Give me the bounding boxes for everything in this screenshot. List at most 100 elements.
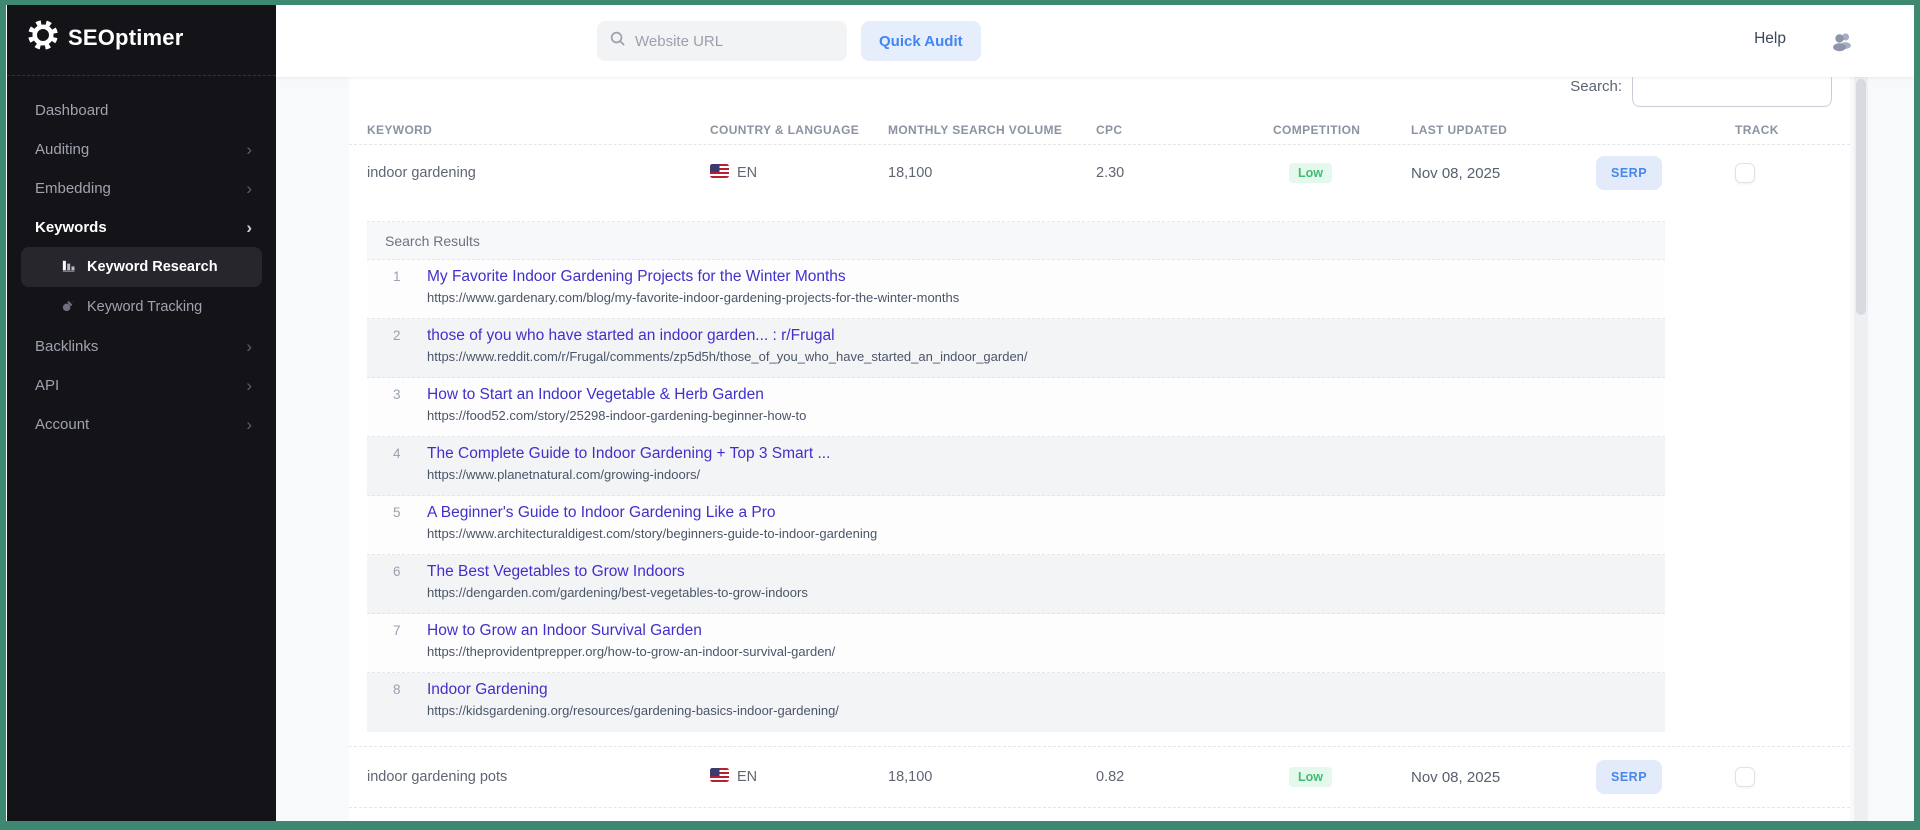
user-account-icon[interactable] bbox=[1830, 29, 1856, 58]
result-rank: 6 bbox=[367, 555, 427, 613]
app-logo-text: SEOptimer bbox=[68, 25, 184, 51]
scrollbar-thumb[interactable] bbox=[1856, 79, 1866, 315]
result-rank: 1 bbox=[367, 260, 427, 318]
result-rank: 3 bbox=[367, 378, 427, 436]
table-row: indoor gardening EN bbox=[349, 145, 1850, 201]
sidebar-divider bbox=[7, 75, 276, 76]
topbar: Website URL Quick Audit Help bbox=[276, 5, 1914, 77]
result-title-link[interactable]: The Complete Guide to Indoor Gardening +… bbox=[427, 445, 830, 463]
chevron-right-icon: › bbox=[246, 377, 252, 394]
track-cell bbox=[1735, 163, 1850, 183]
result-url: https://dengarden.com/gardening/best-veg… bbox=[427, 585, 808, 600]
gear-logo-icon bbox=[27, 19, 59, 56]
result-title-link[interactable]: How to Grow an Indoor Survival Garden bbox=[427, 622, 835, 640]
result-title-link[interactable]: The Best Vegetables to Grow Indoors bbox=[427, 563, 808, 581]
language-code: EN bbox=[737, 769, 757, 785]
sidebar-item-label: Keyword Tracking bbox=[87, 299, 202, 315]
serp-button[interactable]: SERP bbox=[1596, 156, 1662, 190]
chevron-right-icon: › bbox=[246, 338, 252, 355]
result-rank: 7 bbox=[367, 614, 427, 672]
result-url: https://kidsgardening.org/resources/gard… bbox=[427, 703, 839, 718]
column-header-country-language: COUNTRY & LANGUAGE bbox=[710, 123, 888, 137]
competition-cell: Low bbox=[1273, 767, 1411, 787]
cpc-cell: 2.30 bbox=[1096, 165, 1273, 181]
search-result-row: 3 How to Start an Indoor Vegetable & Her… bbox=[367, 378, 1665, 437]
table-header-row: KEYWORD COUNTRY & LANGUAGE MONTHLY SEARC… bbox=[349, 115, 1850, 145]
result-title-link[interactable]: A Beginner's Guide to Indoor Gardening L… bbox=[427, 504, 877, 522]
search-result-row: 6 The Best Vegetables to Grow Indoors ht… bbox=[367, 555, 1665, 614]
search-result-row: 5 A Beginner's Guide to Indoor Gardening… bbox=[367, 496, 1665, 555]
result-title-link[interactable]: How to Start an Indoor Vegetable & Herb … bbox=[427, 386, 806, 404]
sidebar: SEOptimer Dashboard Auditing › Embedding… bbox=[7, 5, 276, 821]
sidebar-item-keyword-tracking[interactable]: Keyword Tracking bbox=[21, 287, 262, 327]
table-row: indoor gardening pots bbox=[349, 746, 1850, 808]
sidebar-item-label: Backlinks bbox=[35, 338, 246, 355]
result-url: https://www.gardenary.com/blog/my-favori… bbox=[427, 290, 959, 305]
screenshot-frame: SEOptimer Dashboard Auditing › Embedding… bbox=[0, 0, 1920, 830]
search-volume-cell: 18,100 bbox=[888, 769, 1096, 785]
chevron-right-icon: › bbox=[246, 180, 252, 197]
language-code: EN bbox=[737, 165, 757, 181]
last-updated-cell: Nov 08, 2025 bbox=[1411, 769, 1596, 786]
sidebar-item-dashboard[interactable]: Dashboard bbox=[7, 91, 276, 130]
column-header-last-updated: LAST UPDATED bbox=[1411, 123, 1596, 137]
competition-cell: Low bbox=[1273, 163, 1411, 183]
serp-cell: SERP bbox=[1596, 760, 1735, 794]
track-checkbox[interactable] bbox=[1735, 767, 1755, 787]
track-checkbox[interactable] bbox=[1735, 163, 1755, 183]
serp-cell: SERP bbox=[1596, 156, 1735, 190]
result-title-link[interactable]: Indoor Gardening bbox=[427, 681, 839, 699]
keyword-cell: indoor gardening pots bbox=[367, 769, 710, 785]
result-title-link[interactable]: My Favorite Indoor Gardening Projects fo… bbox=[427, 268, 959, 286]
sidebar-item-label: Keywords bbox=[35, 219, 246, 236]
last-updated-cell: Nov 08, 2025 bbox=[1411, 165, 1596, 182]
result-url: https://food52.com/story/25298-indoor-ga… bbox=[427, 408, 806, 423]
column-header-track: TRACK bbox=[1735, 123, 1850, 137]
sidebar-item-backlinks[interactable]: Backlinks › bbox=[7, 327, 276, 366]
search-result-row: 1 My Favorite Indoor Gardening Projects … bbox=[367, 260, 1665, 319]
chevron-right-icon: › bbox=[246, 219, 252, 236]
sidebar-item-keyword-research[interactable]: Keyword Research bbox=[21, 247, 262, 287]
sidebar-item-auditing[interactable]: Auditing › bbox=[7, 130, 276, 169]
result-url: https://www.reddit.com/r/Frugal/comments… bbox=[427, 349, 1028, 364]
search-icon bbox=[609, 30, 626, 52]
sidebar-item-label: Keyword Research bbox=[87, 259, 218, 275]
sidebar-item-api[interactable]: API › bbox=[7, 366, 276, 405]
competition-low-badge: Low bbox=[1289, 163, 1332, 183]
chevron-right-icon: › bbox=[246, 416, 252, 433]
sidebar-item-label: Account bbox=[35, 416, 246, 433]
main-content: Search: KEYWORD COUNTRY & LANGUAGE MONTH… bbox=[276, 77, 1914, 821]
result-rank: 8 bbox=[367, 673, 427, 732]
sidebar-nav: Dashboard Auditing › Embedding › Keyword… bbox=[7, 91, 276, 444]
column-header-keyword: KEYWORD bbox=[367, 123, 710, 137]
search-result-row: 4 The Complete Guide to Indoor Gardening… bbox=[367, 437, 1665, 496]
cpc-cell: 0.82 bbox=[1096, 769, 1273, 785]
table-search-label: Search: bbox=[1570, 78, 1622, 95]
sidebar-item-label: Dashboard bbox=[35, 102, 252, 119]
sidebar-item-label: Auditing bbox=[35, 141, 246, 158]
search-result-row: 2 those of you who have started an indoo… bbox=[367, 319, 1665, 378]
sidebar-item-keywords[interactable]: Keywords › bbox=[7, 208, 276, 247]
competition-low-badge: Low bbox=[1289, 767, 1332, 787]
serp-button[interactable]: SERP bbox=[1596, 760, 1662, 794]
country-language-cell: EN bbox=[710, 164, 888, 182]
us-flag-icon bbox=[710, 768, 729, 786]
search-volume-cell: 18,100 bbox=[888, 165, 1096, 181]
country-language-cell: EN bbox=[710, 768, 888, 786]
bar-chart-icon bbox=[61, 258, 76, 277]
sidebar-item-embedding[interactable]: Embedding › bbox=[7, 169, 276, 208]
website-url-input[interactable]: Website URL bbox=[597, 21, 847, 61]
help-link[interactable]: Help bbox=[1754, 30, 1786, 48]
sidebar-item-label: Embedding bbox=[35, 180, 246, 197]
search-results-panel: Search Results 1 My Favorite Indoor Gard… bbox=[367, 221, 1665, 732]
result-title-link[interactable]: those of you who have started an indoor … bbox=[427, 327, 1028, 345]
sidebar-item-account[interactable]: Account › bbox=[7, 405, 276, 444]
result-rank: 2 bbox=[367, 319, 427, 377]
chevron-right-icon: › bbox=[246, 141, 252, 158]
result-url: https://www.architecturaldigest.com/stor… bbox=[427, 526, 877, 541]
quick-audit-button[interactable]: Quick Audit bbox=[861, 21, 981, 61]
result-rank: 4 bbox=[367, 437, 427, 495]
result-url: https://www.planetnatural.com/growing-in… bbox=[427, 467, 830, 482]
vertical-scrollbar[interactable] bbox=[1854, 77, 1868, 821]
app-logo[interactable]: SEOptimer bbox=[27, 19, 184, 56]
